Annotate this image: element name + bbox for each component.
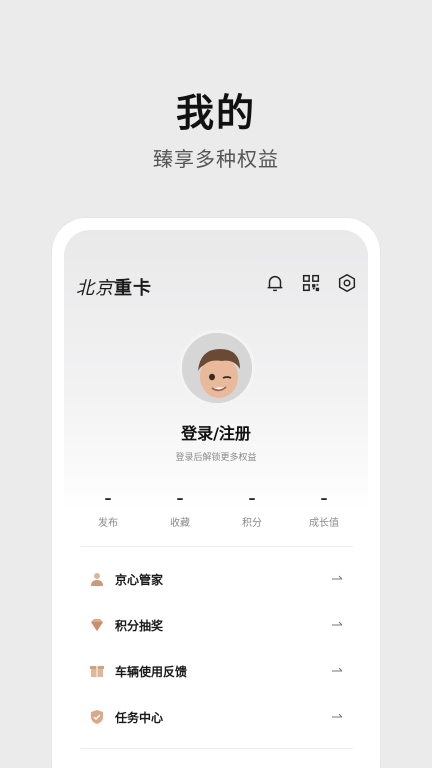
person-icon xyxy=(91,573,103,586)
stats-row: – 发布 – 收藏 – 积分 – 成长值 xyxy=(72,492,360,529)
stat-value: – xyxy=(320,491,328,507)
menu-item-label: 积分抽奖 xyxy=(115,618,164,633)
avatar[interactable] xyxy=(179,330,255,406)
login-register-link[interactable]: 登录/注册 xyxy=(64,420,368,444)
logo-beijing: 北京 xyxy=(76,278,114,299)
stat-value: – xyxy=(176,491,184,507)
qr-code-icon[interactable] xyxy=(300,272,322,294)
menu-item-label: 任务中心 xyxy=(115,710,164,725)
promo-subtitle: 臻享多种权益 xyxy=(153,147,279,171)
box-icon xyxy=(90,666,104,677)
arrow-right-icon xyxy=(332,575,343,580)
stat-growth[interactable]: – 成长值 xyxy=(288,492,360,529)
app-logo: 北京重卡 xyxy=(76,274,152,300)
stat-publish[interactable]: – 发布 xyxy=(72,492,144,529)
stat-label: 积分 xyxy=(242,518,262,529)
top-actions xyxy=(264,272,358,294)
top-bar: 北京重卡 xyxy=(76,272,358,302)
avatar-face-icon xyxy=(182,333,252,403)
menu-list: 京心管家 积分抽奖 车辆使用反馈 任务中心 xyxy=(81,556,353,740)
arrow-right-icon xyxy=(332,713,343,718)
stat-label: 发布 xyxy=(98,518,118,529)
arrow-right-icon xyxy=(332,621,343,626)
menu-item-points-lottery[interactable]: 积分抽奖 xyxy=(81,602,353,648)
stat-label: 成长值 xyxy=(309,518,339,529)
menu-item-label: 车辆使用反馈 xyxy=(115,664,188,679)
menu-item-vehicle-feedback[interactable]: 车辆使用反馈 xyxy=(81,648,353,694)
stat-value: – xyxy=(248,491,256,507)
profile-screen: 北京重卡 登录/注册 登录后解锁更多权益 – 发布 – 收藏 – 积分 – 成长… xyxy=(64,230,368,768)
shield-icon xyxy=(91,710,103,724)
login-hint: 登录后解锁更多权益 xyxy=(175,453,257,463)
divider xyxy=(81,748,353,749)
diamond-icon xyxy=(91,619,103,631)
stat-favorites[interactable]: – 收藏 xyxy=(144,492,216,529)
stat-points[interactable]: – 积分 xyxy=(216,492,288,529)
promo-title: 我的 xyxy=(175,91,256,135)
bell-icon[interactable] xyxy=(264,272,286,294)
stat-value: – xyxy=(104,491,112,507)
stat-label: 收藏 xyxy=(170,518,190,529)
menu-item-label: 京心管家 xyxy=(115,572,164,587)
arrow-right-icon xyxy=(332,667,343,672)
menu-item-butler[interactable]: 京心管家 xyxy=(81,556,353,602)
menu-item-task-center[interactable]: 任务中心 xyxy=(81,694,353,740)
logo-zhongka: 重卡 xyxy=(114,278,152,299)
phone-frame: 北京重卡 登录/注册 登录后解锁更多权益 – 发布 – 收藏 – 积分 – 成长… xyxy=(52,218,380,768)
settings-icon[interactable] xyxy=(336,272,358,294)
divider xyxy=(81,546,353,547)
